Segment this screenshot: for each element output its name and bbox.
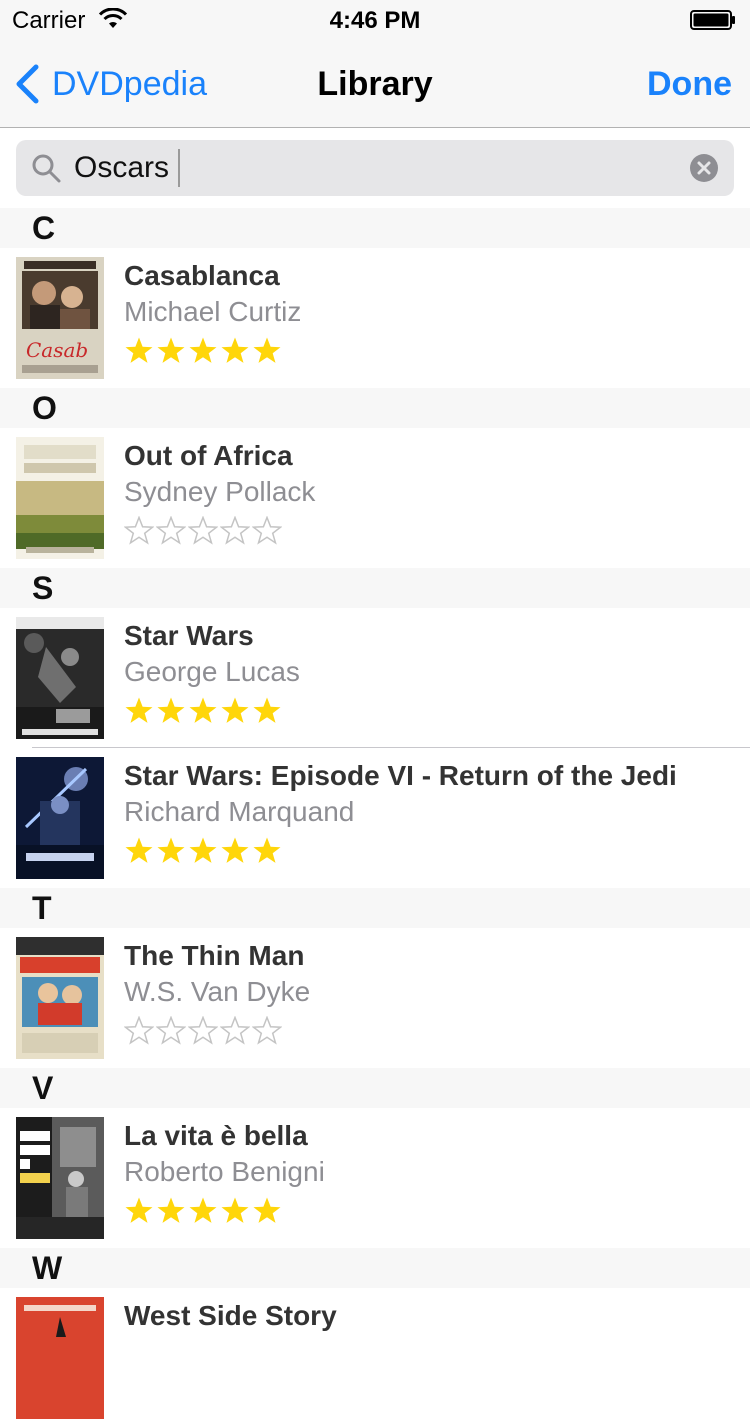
star-empty-icon xyxy=(156,1016,188,1048)
star-rating xyxy=(124,516,284,548)
section-letter: S xyxy=(32,570,54,606)
list-item[interactable]: Star Wars George Lucas xyxy=(0,608,750,748)
list-item[interactable]: La vita è bella Roberto Benigni xyxy=(0,1108,750,1248)
section-letter: T xyxy=(32,890,52,926)
section-header: O xyxy=(0,388,750,428)
movie-title: Out of Africa xyxy=(124,440,293,471)
section-header: V xyxy=(0,1068,750,1108)
battery-icon xyxy=(690,10,735,30)
the-thin-man-poster xyxy=(16,937,104,1059)
navigation-bar: DVDpedia Library Done xyxy=(0,40,750,128)
star-filled-icon xyxy=(156,696,188,728)
movie-director: W.S. Van Dyke xyxy=(124,976,311,1007)
text-cursor xyxy=(178,149,180,187)
star-empty-icon xyxy=(156,516,188,548)
star-filled-icon xyxy=(252,1196,284,1228)
list-item[interactable]: The Thin Man W.S. Van Dyke xyxy=(0,928,750,1068)
star-filled-icon xyxy=(188,836,220,868)
done-button[interactable]: Done xyxy=(647,65,732,104)
search-field[interactable] xyxy=(16,140,734,196)
star-empty-icon xyxy=(220,516,252,548)
movie-title: Casablanca xyxy=(124,260,280,291)
return-of-the-jedi-poster xyxy=(16,757,104,879)
star-empty-icon xyxy=(188,516,220,548)
movie-director: Roberto Benigni xyxy=(124,1156,325,1187)
star-filled-icon xyxy=(124,836,156,868)
movie-director: Sydney Pollack xyxy=(124,476,316,507)
section-letter: W xyxy=(32,1250,63,1286)
star-rating xyxy=(124,336,284,368)
section-header: S xyxy=(0,568,750,608)
movie-director: George Lucas xyxy=(124,656,300,687)
movie-director: Michael Curtiz xyxy=(124,296,302,327)
chevron-left-icon xyxy=(16,64,39,104)
star-filled-icon xyxy=(188,336,220,368)
star-filled-icon xyxy=(220,696,252,728)
list-item[interactable]: Casab Casablanca Michael Curtiz xyxy=(0,248,750,388)
movie-title: La vita è bella xyxy=(124,1120,308,1151)
star-filled-icon xyxy=(156,336,188,368)
movie-title: Star Wars: Episode VI - Return of the Je… xyxy=(124,760,677,791)
back-button-label: DVDpedia xyxy=(52,64,207,103)
status-bar: Carrier 4:46 PM xyxy=(0,0,750,40)
casablanca-poster: Casab xyxy=(16,257,104,379)
list-item[interactable]: Out of Africa Sydney Pollack xyxy=(0,428,750,568)
star-empty-icon xyxy=(252,516,284,548)
star-filled-icon xyxy=(124,1196,156,1228)
star-rating xyxy=(124,1196,284,1228)
star-wars-poster xyxy=(16,617,104,739)
star-filled-icon xyxy=(188,696,220,728)
star-empty-icon xyxy=(188,1016,220,1048)
movie-title: Star Wars xyxy=(124,620,254,651)
star-filled-icon xyxy=(252,336,284,368)
svg-text:Casab: Casab xyxy=(26,338,88,362)
star-filled-icon xyxy=(220,836,252,868)
back-button[interactable]: DVDpedia xyxy=(14,62,207,106)
section-letter: O xyxy=(32,390,57,426)
status-time: 4:46 PM xyxy=(329,7,421,34)
list-item[interactable]: West Side Story xyxy=(0,1288,750,1428)
section-header: W xyxy=(0,1248,750,1288)
la-vita-e-bella-poster xyxy=(16,1117,104,1239)
search-icon xyxy=(32,154,61,183)
star-filled-icon xyxy=(124,336,156,368)
star-filled-icon xyxy=(188,1196,220,1228)
star-filled-icon xyxy=(156,1196,188,1228)
clear-search-icon[interactable] xyxy=(690,154,718,182)
movie-director: Richard Marquand xyxy=(124,796,355,827)
movie-title: West Side Story xyxy=(124,1300,337,1331)
search-input[interactable] xyxy=(74,146,674,190)
star-empty-icon xyxy=(124,516,156,548)
star-filled-icon xyxy=(124,696,156,728)
list-item[interactable]: Star Wars: Episode VI - Return of the Je… xyxy=(0,748,750,888)
star-filled-icon xyxy=(252,696,284,728)
star-empty-icon xyxy=(124,1016,156,1048)
star-filled-icon xyxy=(220,336,252,368)
star-filled-icon xyxy=(220,1196,252,1228)
west-side-story-poster xyxy=(16,1297,104,1419)
star-empty-icon xyxy=(220,1016,252,1048)
section-letter: V xyxy=(32,1070,54,1106)
star-rating xyxy=(124,696,284,728)
star-empty-icon xyxy=(252,1016,284,1048)
section-header: T xyxy=(0,888,750,928)
star-rating xyxy=(124,1016,284,1048)
movie-title: The Thin Man xyxy=(124,940,305,971)
search-bar xyxy=(0,128,750,208)
star-filled-icon xyxy=(252,836,284,868)
section-letter: C xyxy=(32,210,56,246)
movie-list: C Casab Casablanca Michael Curtiz O Out … xyxy=(0,208,750,1428)
star-rating xyxy=(124,836,284,868)
out-of-africa-poster xyxy=(16,437,104,559)
star-filled-icon xyxy=(156,836,188,868)
section-header: C xyxy=(0,208,750,248)
